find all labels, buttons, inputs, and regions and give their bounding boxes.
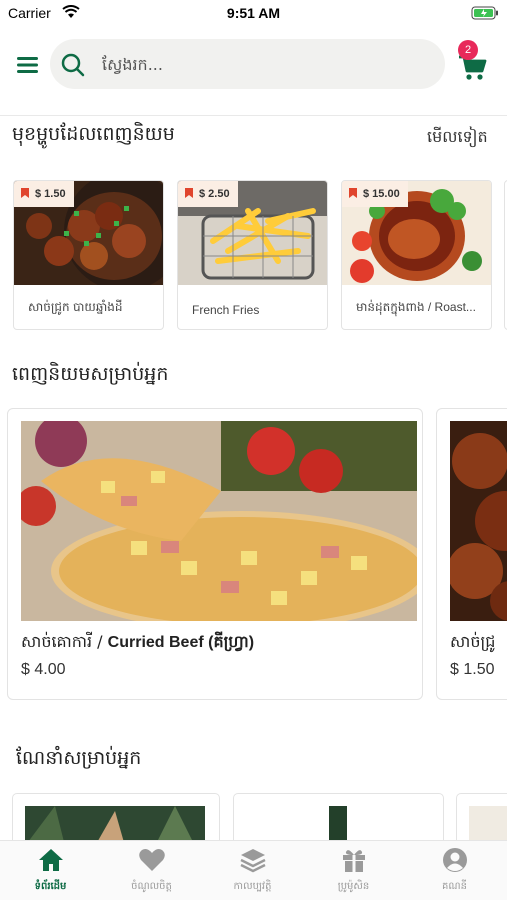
account-icon	[441, 847, 469, 873]
search-icon	[60, 52, 86, 82]
app-header: ស្វែងរក... 2	[0, 28, 507, 116]
bookmark-icon	[349, 188, 357, 198]
popular-section-title: មុខម្ហូបដែលពេញនិយម	[12, 123, 175, 145]
search-placeholder: ស្វែងរក...	[102, 55, 163, 74]
gift-icon	[340, 847, 368, 873]
see-more-link[interactable]: មើលទៀត	[427, 126, 488, 150]
popular-item-card[interactable]: $ 2.50 French Fries	[177, 180, 328, 330]
bottom-nav: ទំព័រដើម ចំណូលចិត្ត កាលប្បវត្តិ ប្រូម៉ូស…	[0, 840, 507, 900]
food-image	[21, 421, 417, 621]
food-name: មាន់ដុតក្នុងពាង / Roast...	[356, 300, 476, 314]
search-input[interactable]: ស្វែងរក...	[50, 39, 445, 89]
price-tag: $ 15.00	[342, 181, 408, 207]
food-image	[450, 421, 507, 621]
food-image: $ 1.50	[14, 181, 163, 285]
food-price: $ 1.50	[450, 661, 495, 678]
heart-icon	[138, 847, 166, 873]
recommended-section-title: ពេញនិយមសម្រាប់អ្នក	[12, 363, 169, 385]
menu-icon[interactable]	[16, 55, 40, 75]
cart-count-badge: 2	[458, 40, 478, 60]
food-name: សាច់ជ្រូ	[450, 632, 496, 651]
food-price: $ 4.00	[21, 661, 66, 678]
cart-button[interactable]: 2	[456, 40, 492, 80]
price-tag: $ 1.50	[14, 181, 74, 207]
food-image: $ 2.50	[178, 181, 327, 285]
battery-icon	[471, 6, 499, 24]
nav-item-home[interactable]: ទំព័រដើម	[0, 841, 101, 901]
price-tag: $ 2.50	[178, 181, 238, 207]
status-bar: Carrier 9:51 AM	[0, 0, 507, 28]
nav-item-history[interactable]: កាលប្បវត្តិ	[202, 841, 303, 901]
recommended-item-card[interactable]: សាច់គោការី / Curried Beef (គីហ្វ្រា) $ 4…	[7, 408, 423, 700]
bookmark-icon	[185, 188, 193, 198]
nav-item-account[interactable]: គណនី	[404, 841, 505, 901]
bookmark-icon	[21, 188, 29, 198]
suggested-section-title: ណែនាំសម្រាប់អ្នក	[16, 747, 142, 769]
popular-item-card[interactable]: $ 15.00 មាន់ដុតក្នុងពាង / Roast...	[341, 180, 492, 330]
nav-item-promotions[interactable]: ប្រូម៉ូសិន	[303, 841, 404, 901]
layers-icon	[239, 847, 267, 873]
popular-item-card[interactable]: $ 1.50 សាច់ជ្រូក បាយឆ្នាំងដី	[13, 180, 164, 330]
food-name: French Fries	[192, 303, 260, 317]
food-name: សាច់ជ្រូក បាយឆ្នាំងដី	[28, 300, 123, 314]
food-image: $ 15.00	[342, 181, 491, 285]
home-icon	[37, 847, 65, 873]
recommended-item-card[interactable]: សាច់ជ្រូ $ 1.50	[436, 408, 507, 700]
food-name: សាច់គោការី / Curried Beef (គីហ្វ្រា)	[21, 632, 255, 651]
nav-item-favorites[interactable]: ចំណូលចិត្ត	[101, 841, 202, 901]
clock: 9:51 AM	[226, 5, 281, 21]
